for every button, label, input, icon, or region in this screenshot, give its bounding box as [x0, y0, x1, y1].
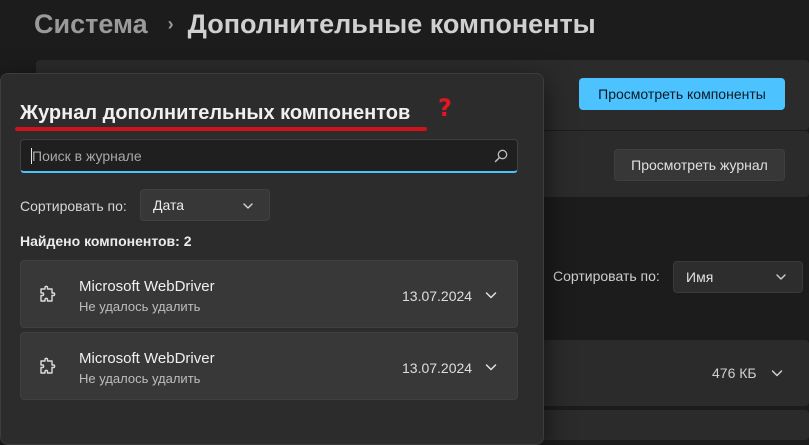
component-name: Microsoft WebDriver: [79, 350, 215, 367]
feature-size: 476 КБ: [712, 365, 757, 381]
sort-select[interactable]: Дата: [140, 189, 270, 221]
view-history-button[interactable]: Просмотреть журнал: [614, 149, 785, 181]
sort-label: Сортировать по:: [553, 268, 660, 284]
history-item[interactable]: Microsoft WebDriver Не удалось удалить 1…: [20, 260, 518, 328]
found-count: Найдено компонентов: 2: [20, 233, 192, 249]
chevron-down-icon[interactable]: [769, 365, 785, 381]
component-status: Не удалось удалить: [79, 371, 201, 386]
sort-select-value: Дата: [153, 197, 185, 213]
view-features-button[interactable]: Просмотреть компоненты: [579, 78, 785, 110]
breadcrumb-parent[interactable]: Система: [34, 9, 148, 40]
component-date: 13.07.2024: [402, 360, 473, 376]
breadcrumb: Система › Дополнительные компоненты: [34, 6, 596, 42]
component-name: Microsoft WebDriver: [79, 278, 215, 295]
history-item[interactable]: Microsoft WebDriver Не удалось удалить 1…: [20, 332, 518, 400]
puzzle-icon: [40, 357, 56, 374]
chevron-down-icon[interactable]: [483, 359, 499, 375]
history-flyout: Журнал дополнительных компонентов ? Сорт…: [0, 73, 544, 445]
component-status: Не удалось удалить: [79, 299, 201, 314]
search-box[interactable]: [20, 139, 518, 173]
annotation-underline: [15, 127, 427, 131]
question-mark-icon: ?: [438, 94, 452, 122]
search-input[interactable]: [21, 139, 493, 172]
sort-label: Сортировать по:: [20, 198, 127, 214]
breadcrumb-separator: ›: [167, 13, 174, 34]
page-title: Дополнительные компоненты: [187, 8, 596, 39]
chevron-down-icon: [776, 274, 786, 280]
sort-select-value: Имя: [686, 269, 714, 285]
chevron-down-icon: [243, 203, 253, 209]
component-date: 13.07.2024: [402, 288, 473, 304]
chevron-down-icon[interactable]: [483, 287, 499, 303]
sort-select[interactable]: Имя: [673, 261, 803, 293]
text-caret: [31, 148, 32, 164]
search-icon[interactable]: [493, 148, 509, 164]
puzzle-icon: [40, 285, 56, 302]
flyout-title: Журнал дополнительных компонентов: [20, 102, 411, 124]
